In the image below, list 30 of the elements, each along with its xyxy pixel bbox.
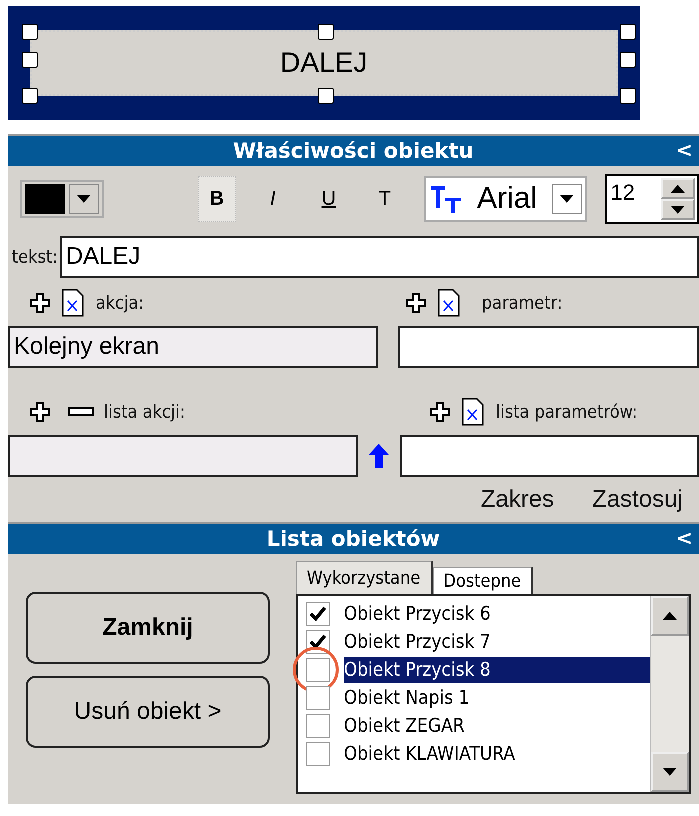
- field-label: parametr:: [482, 292, 563, 314]
- collapse-button[interactable]: <: [676, 138, 693, 162]
- list-item[interactable]: Obiekt ZEGAR: [344, 713, 650, 739]
- tab[interactable]: Dostepne: [432, 567, 534, 594]
- font-size-field[interactable]: 12: [604, 174, 699, 224]
- preview-button[interactable]: DALEJ: [30, 30, 618, 96]
- list-item[interactable]: Obiekt KLAWIATURA: [344, 741, 650, 767]
- list-item[interactable]: Obiekt Przycisk 6: [344, 601, 650, 627]
- style-button[interactable]: T: [366, 176, 404, 222]
- list-item[interactable]: Obiekt Przycisk 8: [344, 657, 650, 683]
- collapse-button[interactable]: <: [676, 526, 693, 550]
- text-field[interactable]: DALEJ: [60, 236, 699, 278]
- delete-button[interactable]: Usuń obiekt >: [26, 676, 270, 748]
- list-item[interactable]: Obiekt Napis 1: [344, 685, 650, 711]
- panel-title: Lista obiektów <: [8, 524, 699, 554]
- font-dropdown[interactable]: Arial: [424, 176, 587, 222]
- style-button[interactable]: I: [254, 176, 292, 222]
- action-field[interactable]: Kolejny ekran: [8, 326, 378, 368]
- tab[interactable]: Wykorzystane: [296, 561, 433, 594]
- action-link[interactable]: Zakres: [480, 486, 554, 514]
- style-button[interactable]: B: [198, 176, 236, 222]
- style-button[interactable]: U: [310, 176, 348, 222]
- panel-title: Właściwości obiektu <: [8, 136, 699, 166]
- field-label: tekst:: [12, 246, 58, 268]
- close-button[interactable]: Zamknij: [26, 592, 270, 664]
- field-label: lista parametrów:: [496, 402, 638, 422]
- field-label: akcja:: [96, 292, 144, 314]
- field-label: lista akcji:: [104, 402, 186, 422]
- action-link[interactable]: Zastosuj: [592, 486, 683, 514]
- list-item[interactable]: Obiekt Przycisk 7: [344, 629, 650, 655]
